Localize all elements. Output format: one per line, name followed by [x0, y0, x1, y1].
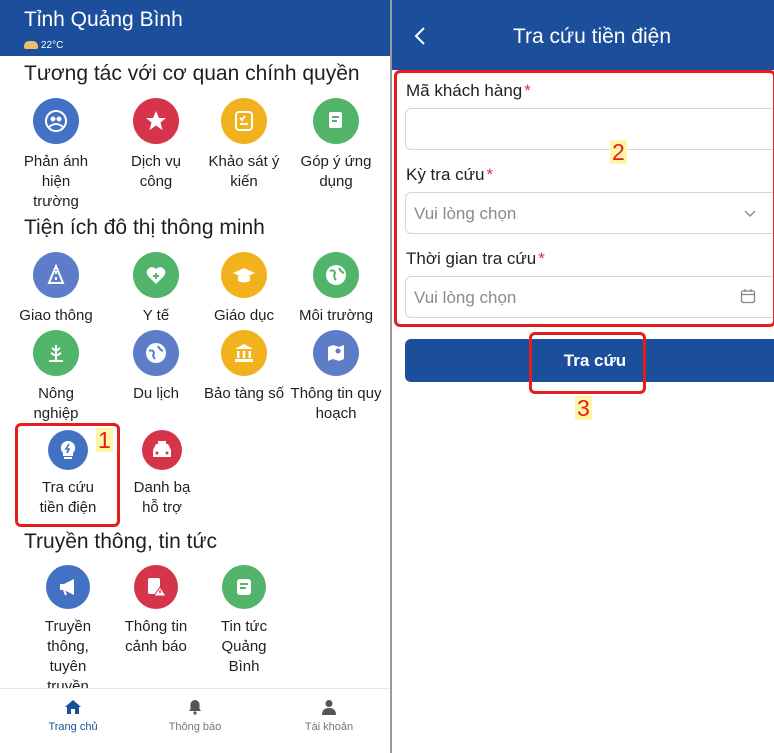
tile-bao-tang[interactable]: Bảo tàng số — [196, 330, 292, 404]
step-marker-2: 2 — [610, 139, 627, 165]
user-icon — [274, 697, 384, 717]
tile-label: Thông tin cảnh báo — [124, 618, 188, 655]
tile-label: Giao thông — [19, 307, 93, 324]
home-screen: Tỉnh Quảng Bình 22°C Tương tác với cơ qu… — [0, 0, 390, 753]
tile-label: Du lịch — [133, 385, 179, 402]
museum-icon — [221, 330, 267, 376]
tile-label: Khảo sát ý kiến — [208, 153, 280, 190]
tile-label: Bảo tàng số — [203, 385, 285, 402]
feedback-icon — [313, 98, 359, 144]
tile-label: Thông tin quy hoạch — [290, 385, 382, 422]
nav-label: Trang chủ — [48, 721, 98, 733]
tile-label: Danh bạ hỗ trợ — [133, 479, 191, 516]
tile-label: Góp ý ứng dụng — [300, 153, 372, 190]
survey-icon — [221, 98, 267, 144]
electricity-lookup-screen: Tra cứu tiền điện Mã khách hàng * Kỳ tra … — [392, 0, 774, 753]
page-title: Tra cứu tiền điện — [512, 25, 672, 48]
nav-label: Thông báo — [168, 721, 222, 733]
tile-du-lich[interactable]: Du lịch — [108, 330, 204, 404]
megaphone-icon — [46, 565, 90, 609]
tile-moi-truong[interactable]: Môi trường — [288, 252, 384, 326]
tile-phan-anh[interactable]: Phản ánh hiện trường — [8, 98, 104, 212]
tile-label: Truyền thông, tuyên truyền — [44, 618, 92, 695]
nav-account[interactable]: Tài khoản — [274, 697, 384, 733]
cloud-icon — [24, 41, 38, 49]
news-icon — [222, 565, 266, 609]
rice-icon — [33, 330, 79, 376]
highlight-box-2 — [394, 70, 774, 327]
back-button[interactable] — [406, 22, 434, 50]
traffic-icon — [33, 252, 79, 298]
travel-globe-icon — [133, 330, 179, 376]
tile-quy-hoach[interactable]: Thông tin quy hoạch — [288, 330, 384, 424]
lookup-header: Tra cứu tiền điện — [392, 0, 774, 70]
tile-label: Phản ánh hiện trường — [23, 153, 89, 210]
heart-plus-icon — [133, 252, 179, 298]
tile-label: Y tế — [142, 307, 170, 324]
bottom-nav: Trang chủ Thông báo Tài khoản — [0, 688, 390, 753]
tile-gop-y[interactable]: Góp ý ứng dụng — [288, 98, 384, 192]
taxi-icon — [142, 430, 182, 470]
tile-label: Nông nghiệp — [33, 385, 79, 422]
tile-dich-vu-cong[interactable]: Dịch vụ công — [108, 98, 204, 192]
nav-label: Tài khoản — [304, 721, 354, 733]
temperature: 22°C — [41, 40, 64, 51]
tile-label: Giáo dục — [213, 307, 275, 324]
section-title-government: Tương tác với cơ quan chính quyền — [24, 62, 360, 85]
tile-truyen-thong[interactable]: Truyền thông, tuyên truyền — [20, 565, 116, 697]
services-icon — [133, 98, 179, 144]
tile-tin-tuc[interactable]: Tin tức Quảng Bình — [196, 565, 292, 677]
highlight-box-3 — [529, 332, 646, 394]
tile-y-te[interactable]: Y tế — [108, 252, 204, 326]
chevron-left-icon — [414, 27, 425, 45]
graduation-cap-icon — [221, 252, 267, 298]
tile-khao-sat[interactable]: Khảo sát ý kiến — [196, 98, 292, 192]
bell-icon — [140, 697, 250, 717]
globe-icon — [313, 252, 359, 298]
nav-home[interactable]: Trang chủ — [18, 697, 128, 733]
tile-canh-bao[interactable]: Thông tin cảnh báo — [108, 565, 204, 657]
section-title-smart-city: Tiện ích đô thị thông minh — [24, 216, 265, 239]
map-icon — [313, 330, 359, 376]
home-icon — [18, 697, 128, 717]
tile-giao-thong[interactable]: Giao thông — [8, 252, 104, 326]
tile-danh-ba[interactable]: Danh bạ hỗ trợ — [114, 430, 210, 518]
tile-giao-duc[interactable]: Giáo dục — [196, 252, 292, 326]
tile-label: Dịch vụ công — [130, 153, 182, 190]
tile-label: Môi trường — [298, 307, 374, 324]
weather-info: 22°C — [24, 40, 63, 52]
nav-notifications[interactable]: Thông báo — [140, 697, 250, 733]
step-marker-3: 3 — [575, 395, 592, 421]
warning-doc-icon — [134, 565, 178, 609]
app-title: Tỉnh Quảng Bình — [24, 8, 183, 31]
section-title-news: Truyền thông, tin tức — [24, 530, 218, 553]
home-header: Tỉnh Quảng Bình 22°C — [0, 0, 390, 56]
step-marker-1: 1 — [96, 427, 113, 453]
tile-label: Tin tức Quảng Bình — [220, 618, 268, 675]
people-icon — [33, 98, 79, 144]
tile-nong-nghiep[interactable]: Nông nghiệp — [8, 330, 104, 424]
